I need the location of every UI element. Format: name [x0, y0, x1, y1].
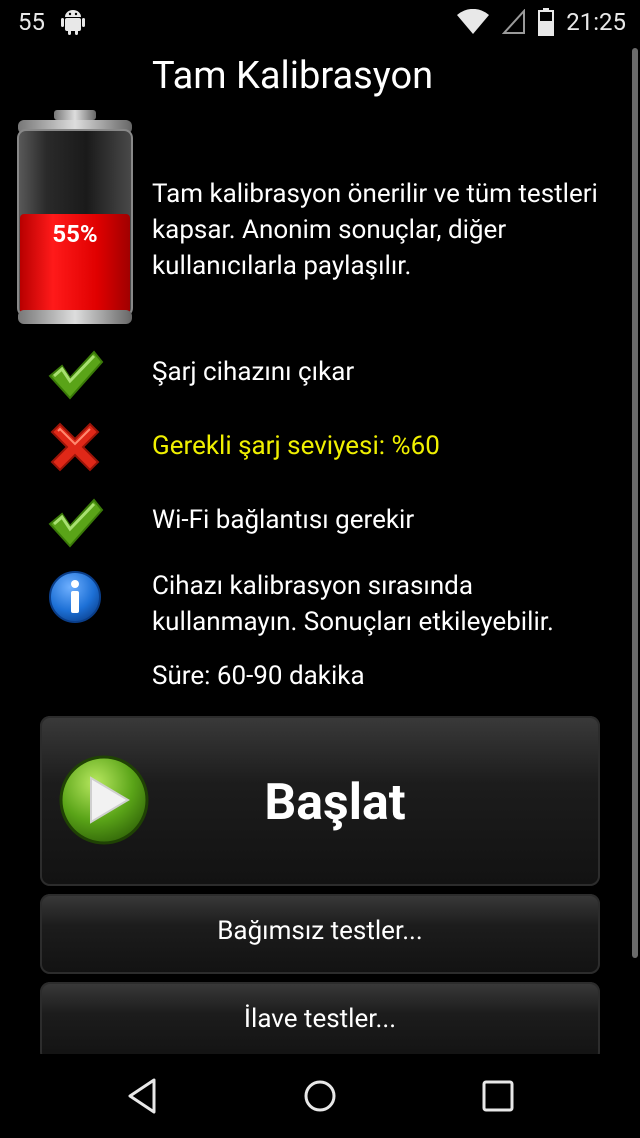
requirement-charge-level: Gerekli şarj seviyesi: %60: [0, 418, 640, 478]
play-icon: [59, 755, 149, 845]
notification-count: 55: [18, 8, 45, 36]
wifi-icon: [457, 9, 490, 34]
status-bar-left: 55: [18, 8, 87, 36]
intro-text: Tam kalibrasyon önerilir ve tüm testleri…: [152, 179, 598, 281]
requirement-text: Cihazı kalibrasyon sırasında kullanmayın…: [152, 571, 554, 637]
status-bar: 55 21:25: [0, 0, 640, 48]
info-icon: [49, 571, 101, 623]
duration-text: Süre: 60-90 dakika: [152, 661, 365, 691]
requirement-unplug: Şarj cihazını çıkar: [0, 344, 640, 404]
recents-icon[interactable]: [476, 1074, 520, 1118]
page-title: Tam Kalibrasyon: [152, 54, 434, 98]
clock: 21:25: [566, 8, 626, 36]
screen: 55 21:25 Tam Kalibrasyon 55% Tam kalibra…: [0, 0, 640, 1138]
android-icon: [60, 10, 85, 35]
requirement-text: Wi-Fi bağlantısı gerekir: [152, 505, 415, 535]
requirement-text: Şarj cihazını çıkar: [152, 357, 355, 387]
navigation-bar: [0, 1054, 640, 1138]
extra-tests-label: İlave testler...: [243, 1004, 397, 1034]
independent-tests-label: Bağımsız testler...: [217, 916, 423, 946]
cross-icon: [50, 422, 100, 472]
back-icon[interactable]: [120, 1074, 164, 1118]
check-icon: [48, 498, 104, 548]
battery-percent-label: 55%: [52, 220, 98, 248]
requirement-info: Cihazı kalibrasyon sırasında kullanmayın…: [0, 566, 640, 646]
independent-tests-button[interactable]: Bağımsız testler...: [40, 894, 600, 974]
home-icon[interactable]: [298, 1074, 342, 1118]
check-icon: [48, 350, 104, 400]
cell-signal-icon: [502, 9, 526, 34]
start-button[interactable]: Başlat: [40, 716, 600, 886]
battery-level-indicator: 55%: [16, 110, 134, 326]
battery-graphic: [17, 110, 133, 324]
requirement-wifi: Wi-Fi bağlantısı gerekir: [0, 492, 640, 552]
requirement-text: Gerekli şarj seviyesi: %60: [152, 431, 440, 461]
status-bar-right: 21:25: [456, 8, 626, 36]
extra-tests-button[interactable]: İlave testler...: [40, 982, 600, 1062]
battery-status-icon: [538, 8, 555, 36]
start-button-label: Başlat: [264, 774, 406, 832]
